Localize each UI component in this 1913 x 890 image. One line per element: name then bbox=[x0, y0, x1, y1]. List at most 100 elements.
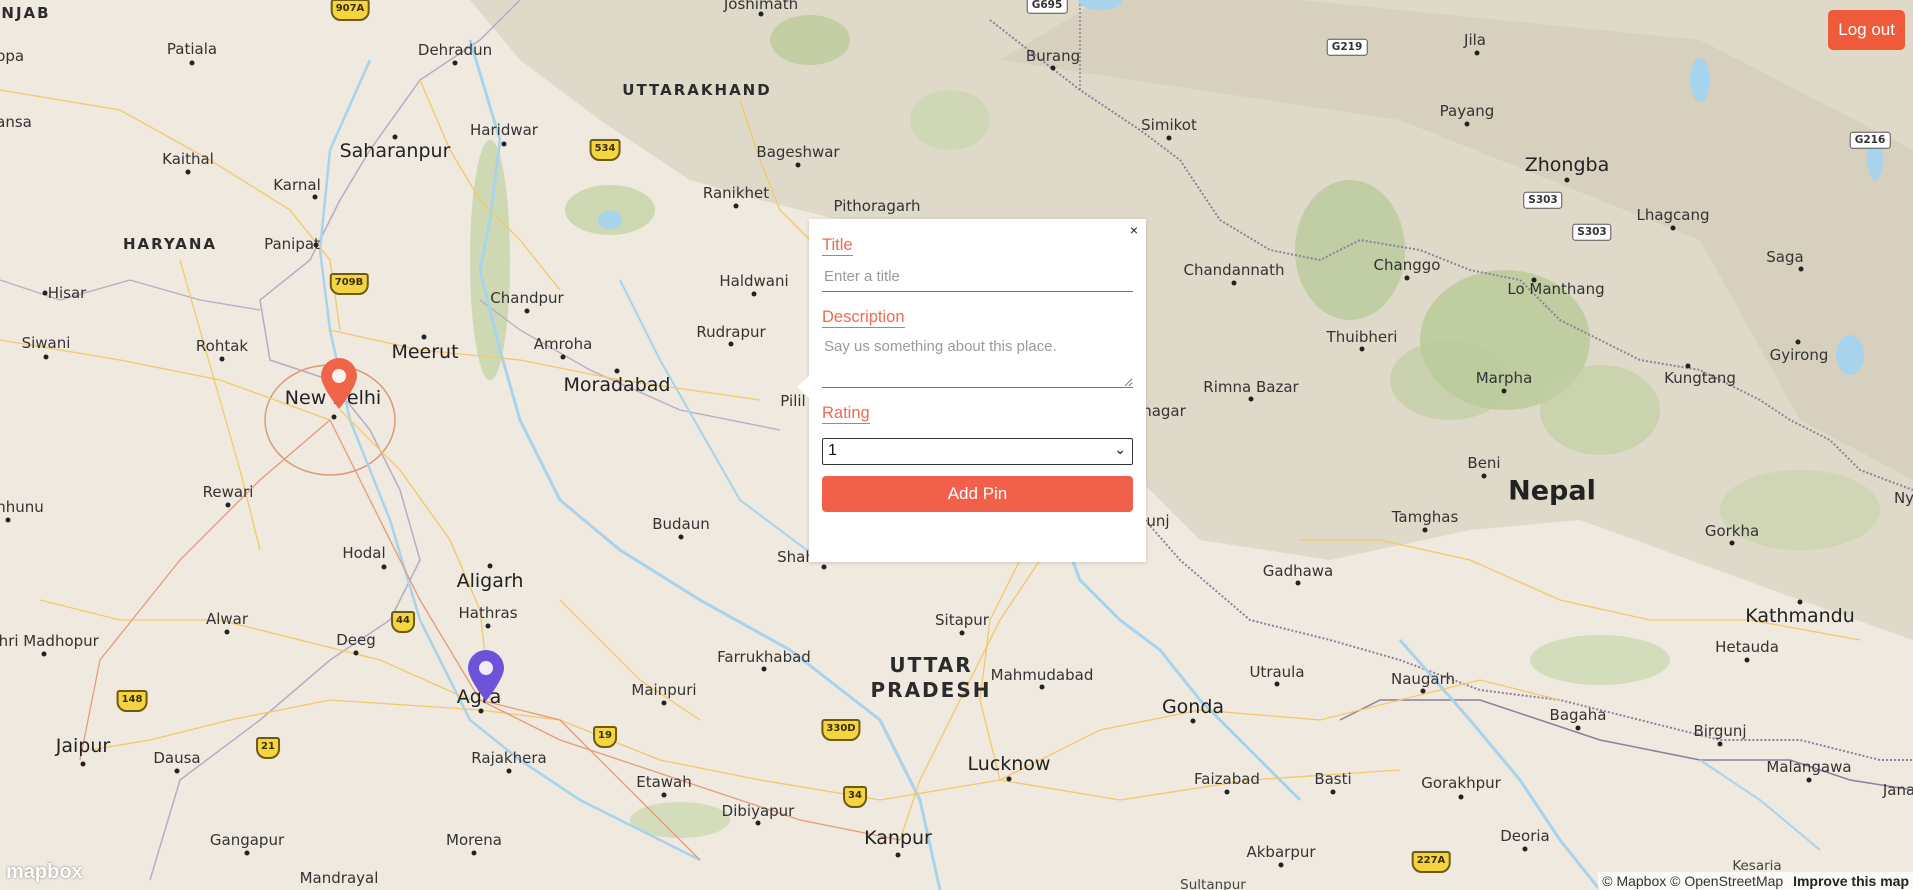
place-kanpur: Kanpur bbox=[864, 827, 932, 849]
place-dot bbox=[1006, 776, 1012, 782]
place-nagar: nagar bbox=[1142, 402, 1186, 420]
place-gadhawa: Gadhawa bbox=[1262, 562, 1334, 580]
place-ny: Ny bbox=[1893, 489, 1913, 507]
place-unj: unj bbox=[1146, 512, 1170, 530]
highway-shield: G216 bbox=[1849, 131, 1891, 149]
country-nepal: Nepal bbox=[1508, 475, 1596, 507]
highway-shield: 44 bbox=[391, 611, 415, 633]
rating-label: Rating bbox=[822, 404, 870, 424]
place-dot bbox=[1404, 275, 1410, 281]
map-pin-orange[interactable] bbox=[319, 357, 359, 415]
place-dot bbox=[758, 11, 764, 17]
place-gonda: Gonda bbox=[1161, 696, 1225, 718]
add-pin-popup: × Title Description Rating 1 ⌄ Add Pin bbox=[797, 219, 1146, 562]
place-dot bbox=[1575, 725, 1581, 731]
place-faizabad: Faizabad bbox=[1194, 770, 1260, 788]
place-dot bbox=[485, 623, 491, 629]
highway-shield: 227A bbox=[1411, 851, 1451, 873]
place-dot bbox=[478, 708, 484, 714]
place-dot bbox=[225, 502, 231, 508]
place-budaun: Budaun bbox=[652, 515, 710, 533]
place-dot bbox=[733, 203, 739, 209]
place-dot bbox=[392, 134, 398, 140]
place-dot bbox=[219, 356, 225, 362]
place-gyirong: Gyirong bbox=[1769, 346, 1829, 364]
place-gorkha: Gorkha bbox=[1704, 522, 1760, 540]
popup-tip bbox=[797, 376, 809, 398]
place-dot bbox=[1166, 135, 1172, 141]
place-dot bbox=[1190, 718, 1196, 724]
close-icon[interactable]: × bbox=[1130, 222, 1138, 238]
highway-shield: 709B bbox=[329, 273, 369, 295]
map-pin-icon bbox=[468, 650, 504, 701]
place-dot bbox=[487, 563, 493, 569]
place-dot bbox=[755, 820, 761, 826]
place-utraula: Utraula bbox=[1249, 663, 1305, 681]
place-dot bbox=[1806, 777, 1812, 783]
description-textarea[interactable] bbox=[822, 330, 1133, 388]
place-alwar: Alwar bbox=[205, 610, 249, 628]
place-dot bbox=[185, 169, 191, 175]
place-rudrapur: Rudrapur bbox=[696, 323, 766, 341]
place-saga: Saga bbox=[1766, 248, 1804, 266]
mapbox-logo[interactable]: mapbox bbox=[6, 861, 83, 884]
highway-shield: S303 bbox=[1523, 191, 1563, 209]
place-payang: Payang bbox=[1439, 102, 1495, 120]
place-dot bbox=[1464, 121, 1470, 127]
place-dot bbox=[1717, 741, 1723, 747]
map-canvas[interactable]: NJAB HARYANA UTTARAKHAND UTTAR PRADESH N… bbox=[0, 0, 1913, 890]
place-chandpur: Chandpur bbox=[490, 289, 564, 307]
rating-select[interactable]: 1 ⌄ bbox=[822, 438, 1133, 465]
place-rohtak: Rohtak bbox=[195, 337, 249, 355]
title-input[interactable] bbox=[822, 260, 1133, 292]
place-dot bbox=[1474, 50, 1480, 56]
place-dot bbox=[5, 517, 11, 523]
place-lo-manthang: Lo Manthang bbox=[1507, 280, 1605, 298]
place-dot bbox=[1248, 396, 1254, 402]
place-dot bbox=[1050, 65, 1056, 71]
place-amroha: Amroha bbox=[533, 335, 593, 353]
improve-map-link[interactable]: Improve this map bbox=[1793, 873, 1909, 889]
place-dot bbox=[1330, 789, 1336, 795]
place-marpha: Marpha bbox=[1475, 369, 1533, 387]
place-dot bbox=[1422, 527, 1428, 533]
place-dot bbox=[1729, 540, 1735, 546]
place-saharanpur: Saharanpur bbox=[339, 140, 451, 162]
place-dot bbox=[1522, 846, 1528, 852]
highway-shield: 534 bbox=[589, 139, 621, 161]
place-dot bbox=[331, 414, 337, 420]
place-dot bbox=[43, 354, 49, 360]
place-dot bbox=[244, 850, 250, 856]
place-shri-madhopur: Shri Madhopur bbox=[0, 632, 99, 650]
place-basti: Basti bbox=[1314, 770, 1352, 788]
place-dot bbox=[1531, 277, 1537, 283]
place-simikot: Simikot bbox=[1141, 116, 1197, 134]
place-dot bbox=[1224, 789, 1230, 795]
place-dot bbox=[381, 564, 387, 570]
attribution-text[interactable]: © Mapbox © OpenStreetMap bbox=[1602, 873, 1783, 889]
place-ppa: ppa bbox=[0, 47, 25, 65]
add-pin-button[interactable]: Add Pin bbox=[822, 476, 1133, 512]
place-dot bbox=[1278, 862, 1284, 868]
place-dot bbox=[501, 141, 507, 147]
place-ansa: ansa bbox=[0, 113, 32, 131]
logout-button[interactable]: Log out bbox=[1828, 10, 1905, 50]
place-aligarh: Aligarh bbox=[456, 570, 524, 592]
highway-shield: 34 bbox=[843, 786, 867, 808]
place-burang: Burang bbox=[1025, 47, 1081, 65]
place-dot bbox=[524, 308, 530, 314]
place-sultanpur: Sultanpur bbox=[1180, 877, 1246, 890]
place-panipat: Panipat bbox=[264, 235, 320, 253]
highway-shield: 148 bbox=[116, 690, 148, 712]
place-mainpuri: Mainpuri bbox=[631, 681, 697, 699]
place-dibiyapur: Dibiyapur bbox=[721, 802, 795, 820]
place-bageshwar: Bageshwar bbox=[756, 143, 840, 161]
place-dot bbox=[42, 290, 48, 296]
place-dot bbox=[224, 629, 230, 635]
place-akbarpur: Akbarpur bbox=[1246, 843, 1316, 861]
highway-shield: G219 bbox=[1326, 38, 1368, 56]
place-jana: Jana bbox=[1882, 781, 1913, 799]
place-dot bbox=[41, 651, 47, 657]
map-pin-purple[interactable] bbox=[466, 649, 506, 707]
place-dot bbox=[1458, 794, 1464, 800]
